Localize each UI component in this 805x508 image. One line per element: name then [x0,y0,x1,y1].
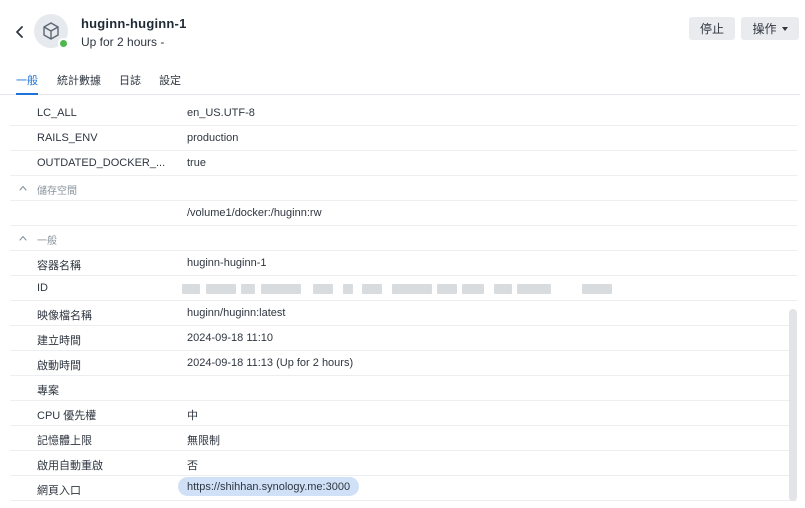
section-general-label: 一般 [37,236,57,247]
action-dropdown-button[interactable]: 操作 [741,17,799,40]
general-row-started: 啟動時間 2024-09-18 11:13 (Up for 2 hours) [10,351,797,376]
storage-row: /volume1/docker:/huginn:rw [10,201,797,226]
general-key: 記憶體上限 [37,435,92,447]
general-row-cpu-priority: CPU 優先權 中 [10,401,797,426]
details-panel: LC_ALL en_US.UTF-8 RAILS_ENV production … [0,101,800,501]
caret-down-icon [781,27,788,31]
chevron-left-icon[interactable] [12,22,28,42]
running-status-dot [58,38,69,49]
env-value: production [187,132,239,144]
general-value: 2024-09-18 11:13 (Up for 2 hours) [187,357,354,369]
container-title: huginn-huginn-1 [81,16,187,31]
chevron-up-icon[interactable] [19,185,27,191]
cube-icon [43,22,59,40]
general-value: 否 [187,460,198,472]
env-row: LC_ALL en_US.UTF-8 [10,101,797,126]
env-key: RAILS_ENV [37,132,98,144]
env-row: OUTDATED_DOCKER_... true [10,151,797,176]
general-key: 啟動時間 [37,360,81,372]
env-key: LC_ALL [37,107,77,119]
tab-statistics[interactable]: 統計數據 [57,72,101,88]
general-row-created: 建立時間 2024-09-18 11:10 [10,326,797,351]
env-row: RAILS_ENV production [10,126,797,151]
general-key: ID [37,282,48,294]
active-tab-indicator [16,93,38,95]
general-row-project: 專案 [10,376,797,401]
storage-mount-path: /volume1/docker:/huginn:rw [187,207,322,219]
general-value: 2024-09-18 11:10 [187,332,274,344]
tab-logs[interactable]: 日誌 [119,72,141,88]
tab-general[interactable]: 一般 [16,72,38,88]
general-key: 網頁入口 [37,485,81,497]
general-value: huginn-huginn-1 [187,257,267,269]
action-button-label: 操作 [752,22,777,36]
general-key: 映像檔名稱 [37,310,92,322]
general-value: 中 [187,410,198,422]
general-row-web-portal: 網頁入口 https://shihhan.synology.me:3000 [10,476,797,501]
general-key: 建立時間 [37,335,81,347]
vertical-scrollbar[interactable] [789,309,797,501]
stop-button[interactable]: 停止 [689,17,735,40]
chevron-up-icon[interactable] [19,235,27,241]
general-key: 啟用自動重啟 [37,460,103,472]
general-key: 專案 [37,385,59,397]
general-row-image: 映像檔名稱 huginn/huginn:latest [10,301,797,326]
web-portal-link[interactable]: https://shihhan.synology.me:3000 [178,477,360,496]
env-value: true [187,157,206,169]
section-storage-label: 儲存空間 [37,186,77,197]
general-key: 容器名稱 [37,260,81,272]
general-row-id: ID [10,276,797,301]
env-key: OUTDATED_DOCKER_... [37,157,166,169]
general-row-auto-restart: 啟用自動重啟 否 [10,451,797,476]
container-uptime: Up for 2 hours - [81,35,165,49]
general-value: 無限制 [187,435,220,447]
tab-settings[interactable]: 設定 [159,72,181,88]
section-storage[interactable]: 儲存空間 [10,176,797,201]
general-value: huginn/huginn:latest [187,307,286,319]
general-row-memory-limit: 記憶體上限 無限制 [10,426,797,451]
general-row-container-name: 容器名稱 huginn-huginn-1 [10,251,797,276]
back-button[interactable] [12,22,28,42]
stop-button-label: 停止 [699,22,724,36]
general-key: CPU 優先權 [37,410,97,422]
tab-bar: 一般 統計數據 日誌 設定 [0,64,800,95]
container-header: huginn-huginn-1 Up for 2 hours - 停止 操作 [0,0,805,62]
section-general[interactable]: 一般 [10,226,797,251]
env-value: en_US.UTF-8 [187,107,255,119]
